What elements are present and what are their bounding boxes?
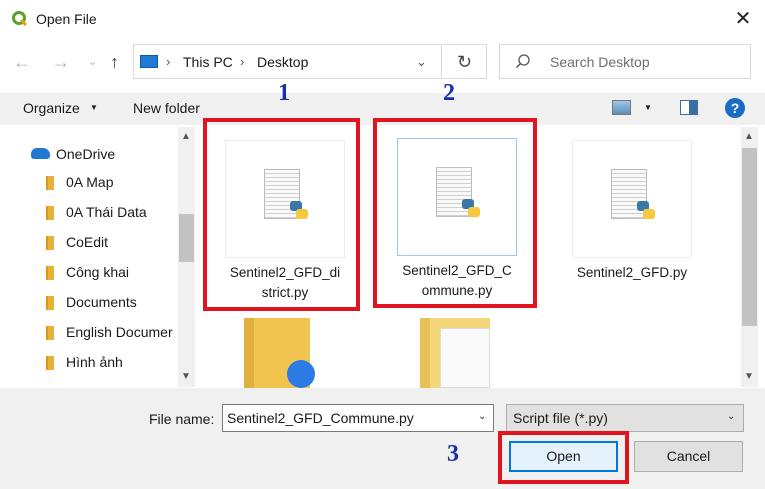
scroll-down-icon[interactable]: ▼	[181, 371, 191, 382]
scroll-down-icon[interactable]: ▼	[744, 371, 754, 382]
sidebar-item-label: CoEdit	[66, 234, 109, 250]
annotation-box-2	[373, 118, 537, 308]
annotation-number-1: 1	[278, 80, 290, 106]
file-name-label: File name:	[149, 411, 215, 427]
breadcrumb-desktop[interactable]: Desktop	[257, 54, 308, 70]
folder-icon	[46, 356, 54, 370]
annotation-number-3: 3	[447, 441, 459, 467]
help-icon[interactable]: ?	[725, 98, 745, 118]
scroll-up-icon[interactable]: ▲	[744, 131, 754, 142]
new-folder-button[interactable]: New folder	[133, 100, 200, 116]
chevron-down-icon[interactable]: ⌄	[478, 411, 486, 422]
folder-contents-icon	[440, 328, 490, 388]
window-title: Open File	[36, 11, 97, 27]
caret-down-icon[interactable]: ▼	[90, 103, 98, 112]
recent-locations-chevron-icon[interactable]: ⌄	[88, 55, 97, 68]
file-name-line: Sentinel2_GFD.py	[576, 265, 688, 280]
sidebar-item-label: English Documer	[66, 324, 173, 340]
sidebar-item-documents[interactable]: Documents	[0, 288, 178, 318]
close-icon[interactable]: ✕	[728, 4, 758, 34]
file-name: Sentinel2_GFD.py	[560, 263, 704, 283]
file-list-scroll-thumb[interactable]	[742, 148, 757, 326]
annotation-box-3	[498, 431, 629, 484]
sidebar-item-coedit[interactable]: CoEdit	[0, 228, 178, 258]
sidebar-item-hinh-anh[interactable]: Hình ảnh	[0, 348, 178, 378]
search-placeholder: Search Desktop	[550, 54, 650, 70]
chevron-down-icon[interactable]: ⌄	[416, 54, 427, 70]
sidebar-item-label: 0A Map	[66, 174, 114, 190]
sidebar-item-label: Hình ảnh	[66, 354, 123, 370]
sidebar-scroll-thumb[interactable]	[179, 214, 194, 262]
folder-icon	[46, 206, 54, 220]
python-logo-icon	[637, 201, 655, 219]
folder-icon	[46, 266, 54, 280]
file-name-input[interactable]: Sentinel2_GFD_Commune.py	[222, 404, 494, 432]
sidebar-item-onedrive[interactable]: OneDrive	[56, 146, 115, 162]
cancel-button[interactable]: Cancel	[634, 441, 743, 472]
sidebar-item-0a-map[interactable]: 0A Map	[0, 168, 178, 198]
file-type-select[interactable]: Script file (*.py)	[506, 404, 744, 432]
this-pc-icon	[140, 55, 158, 68]
back-arrow-icon[interactable]: ←	[13, 52, 31, 73]
annotation-number-2: 2	[443, 80, 455, 106]
organize-button[interactable]: Organize	[23, 100, 80, 116]
sidebar-item-0a-thai-data[interactable]: 0A Thái Data	[0, 198, 178, 228]
breadcrumb-this-pc[interactable]: This PC	[183, 54, 233, 70]
folder-icon	[46, 326, 54, 340]
folder-icon	[46, 236, 54, 250]
chevron-right-icon[interactable]: ›	[166, 54, 170, 69]
refresh-icon[interactable]: ↻	[443, 44, 487, 79]
folder-icon	[46, 296, 54, 310]
preview-pane-icon-fill	[689, 101, 697, 114]
folder-icon	[46, 176, 54, 190]
sidebar-item-label: Công khai	[66, 264, 130, 280]
title-bar	[0, 0, 765, 38]
up-arrow-icon[interactable]: ↑	[110, 52, 119, 73]
annotation-box-1	[203, 118, 360, 311]
sidebar-item-label: 0A Thái Data	[66, 204, 147, 220]
onedrive-icon	[31, 148, 50, 159]
qgis-icon	[12, 11, 28, 27]
caret-down-icon[interactable]: ▼	[644, 103, 652, 112]
scroll-up-icon[interactable]: ▲	[181, 131, 191, 142]
change-view-icon[interactable]	[612, 100, 631, 115]
chevron-down-icon[interactable]: ⌄	[727, 411, 735, 422]
chevron-right-icon[interactable]: ›	[240, 54, 244, 69]
search-icon	[515, 54, 530, 69]
file-thumbnail	[572, 140, 692, 258]
sidebar-item-label: Documents	[66, 294, 137, 310]
sidebar-item-cong-khai[interactable]: Công khai	[0, 258, 178, 288]
forward-arrow-icon[interactable]: →	[52, 52, 70, 73]
sidebar-item-english-documents[interactable]: English Documer	[0, 318, 178, 348]
sync-badge-icon	[287, 360, 315, 388]
